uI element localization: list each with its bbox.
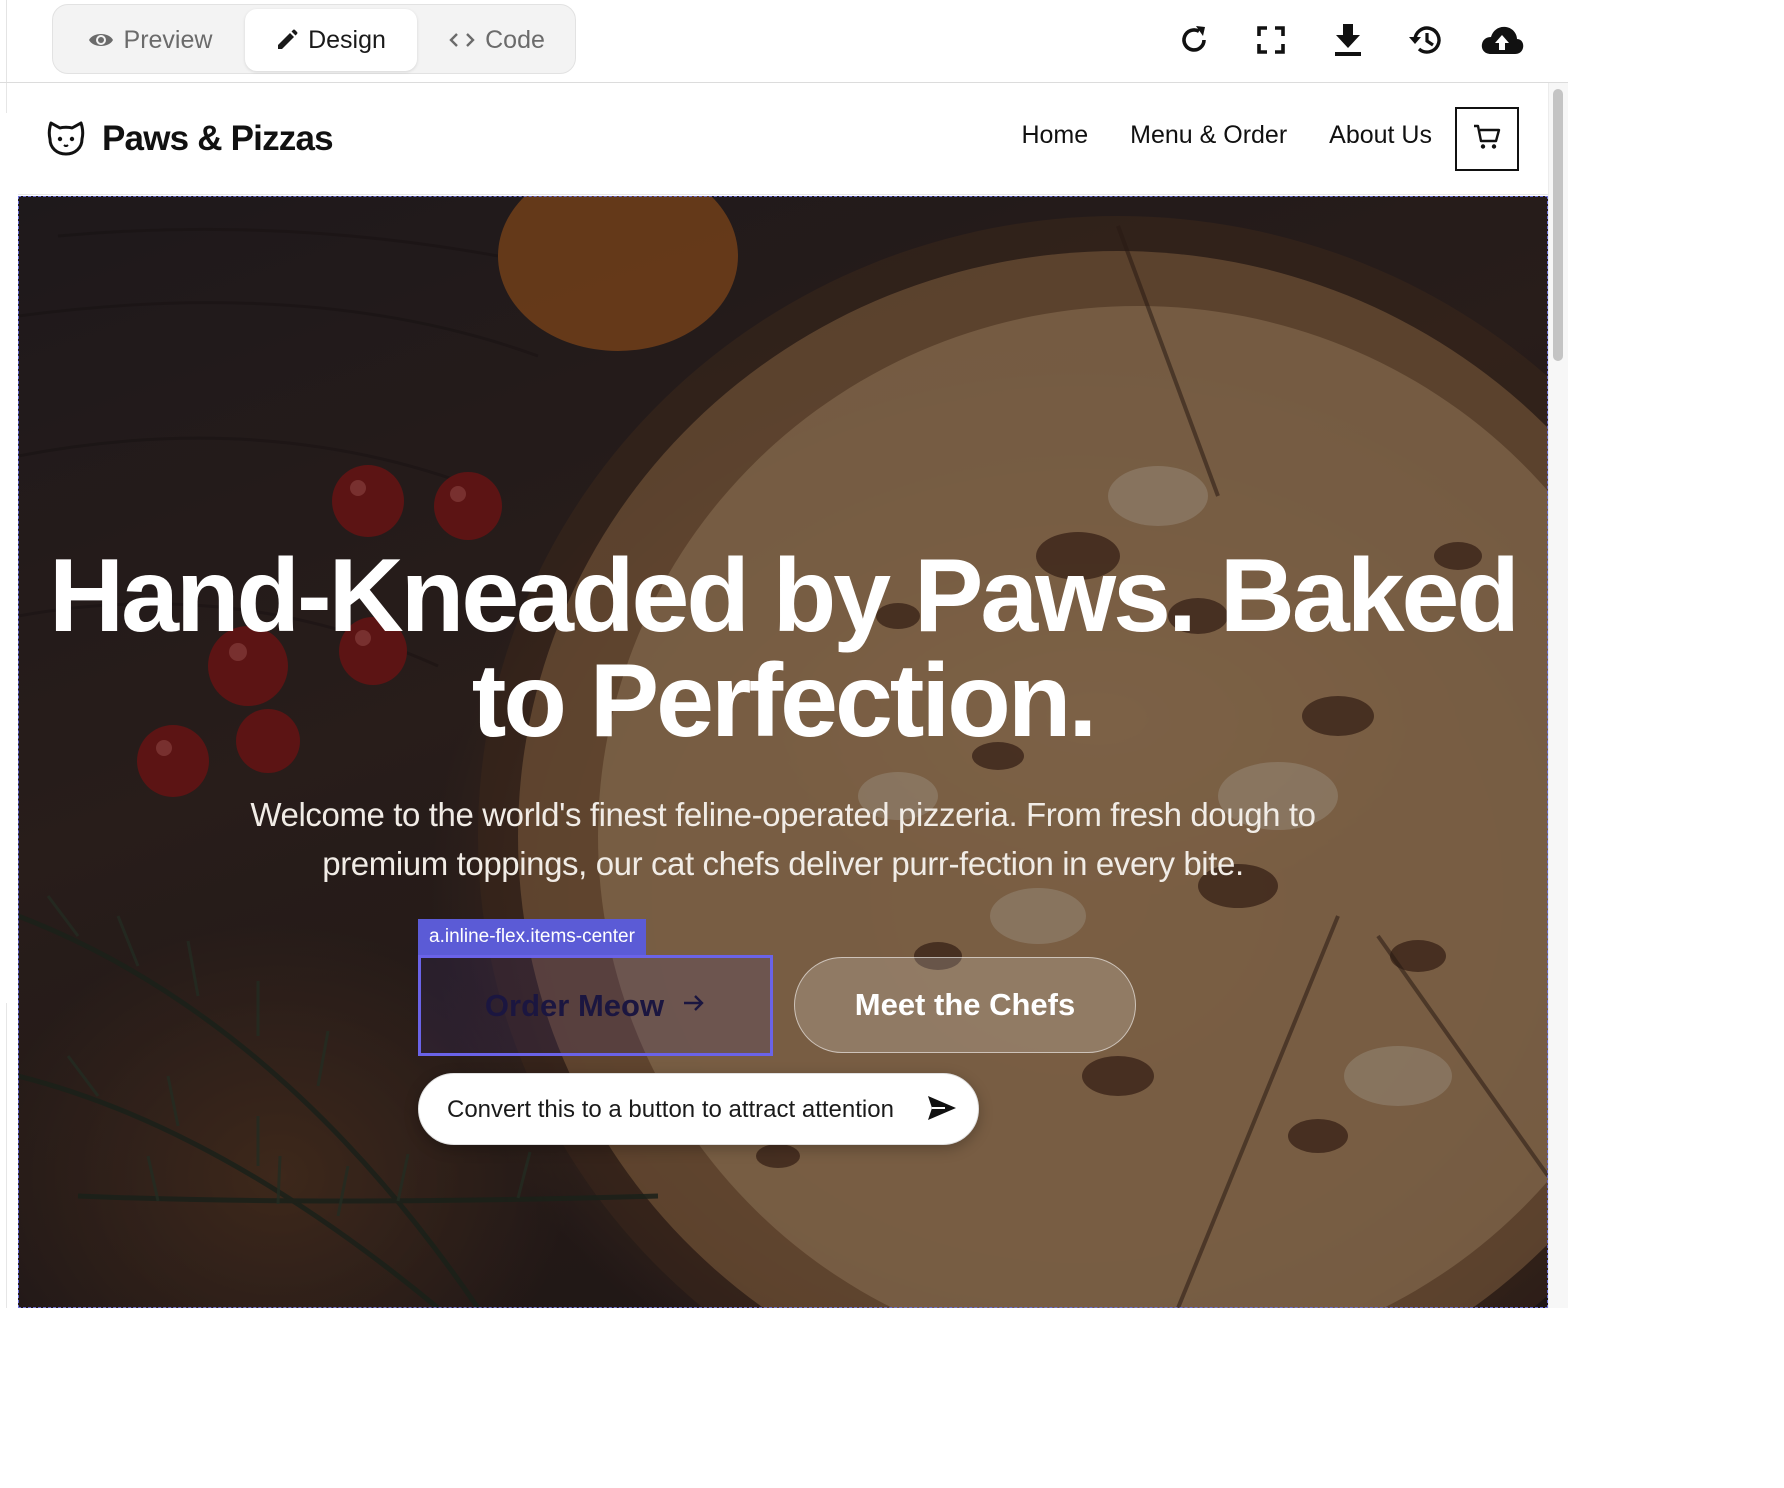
order-meow-button[interactable]: Order Meow (418, 955, 773, 1056)
meet-the-chefs-label: Meet the Chefs (854, 987, 1076, 1022)
nav-link-about-us[interactable]: About Us (1329, 121, 1432, 150)
send-button[interactable] (924, 1092, 960, 1128)
tab-design[interactable]: Design (245, 9, 417, 71)
refresh-icon[interactable] (1172, 18, 1216, 62)
prompt-input[interactable] (447, 1074, 917, 1146)
history-icon[interactable] (1403, 18, 1447, 62)
tab-design-label: Design (308, 25, 386, 54)
editor-toolbar: Preview Design Code (0, 0, 1568, 83)
nav-link-menu-order[interactable]: Menu & Order (1130, 121, 1287, 150)
tab-code[interactable]: Code (437, 9, 557, 71)
hero-title: Hand-Kneaded by Paws. Baked to Perfectio… (18, 544, 1548, 754)
cloud-upload-icon[interactable] (1480, 18, 1524, 62)
hero-subtitle: Welcome to the world's finest feline-ope… (250, 796, 1316, 882)
order-meow-label: Order Meow (484, 987, 665, 1023)
viewport-scrollbar[interactable] (1548, 83, 1568, 1308)
tab-code-label: Code (485, 25, 545, 54)
meet-the-chefs-button[interactable]: Meet the Chefs (794, 957, 1136, 1053)
hero-title-line1: Hand-Kneaded by Paws. Baked (49, 538, 1520, 654)
site-navbar: Paws & Pizzas Home Menu & Order About Us (18, 83, 1548, 195)
fullscreen-icon[interactable] (1249, 18, 1293, 62)
ai-prompt-box (418, 1073, 979, 1146)
cat-icon (46, 117, 86, 162)
scrollbar-thumb[interactable] (1553, 89, 1563, 361)
download-icon[interactable] (1326, 18, 1370, 62)
panel-divider (6, 0, 7, 82)
brand[interactable]: Paws & Pizzas (46, 117, 334, 162)
send-icon (927, 1095, 957, 1126)
arrow-right-icon (682, 993, 706, 1018)
left-gutter (0, 83, 18, 1308)
brand-name: Paws & Pizzas (102, 119, 334, 158)
mode-switch: Preview Design Code (52, 4, 576, 74)
tab-preview-label: Preview (123, 25, 213, 54)
tab-preview[interactable]: Preview (75, 9, 225, 71)
cart-icon (1472, 123, 1502, 156)
code-icon (449, 31, 475, 49)
hero-title-line2: to Perfection. (471, 643, 1098, 759)
nav-link-home[interactable]: Home (1021, 121, 1088, 150)
selection-tag: a.inline-flex.items-center (418, 919, 646, 955)
cart-button[interactable] (1455, 107, 1519, 171)
eye-icon (88, 30, 114, 50)
preview-viewport: Paws & Pizzas Home Menu & Order About Us (18, 83, 1548, 1308)
hero-section: Hand-Kneaded by Paws. Baked to Perfectio… (18, 196, 1548, 1308)
pencil-icon (276, 29, 298, 51)
main-nav: Home Menu & Order About Us (1021, 121, 1432, 150)
